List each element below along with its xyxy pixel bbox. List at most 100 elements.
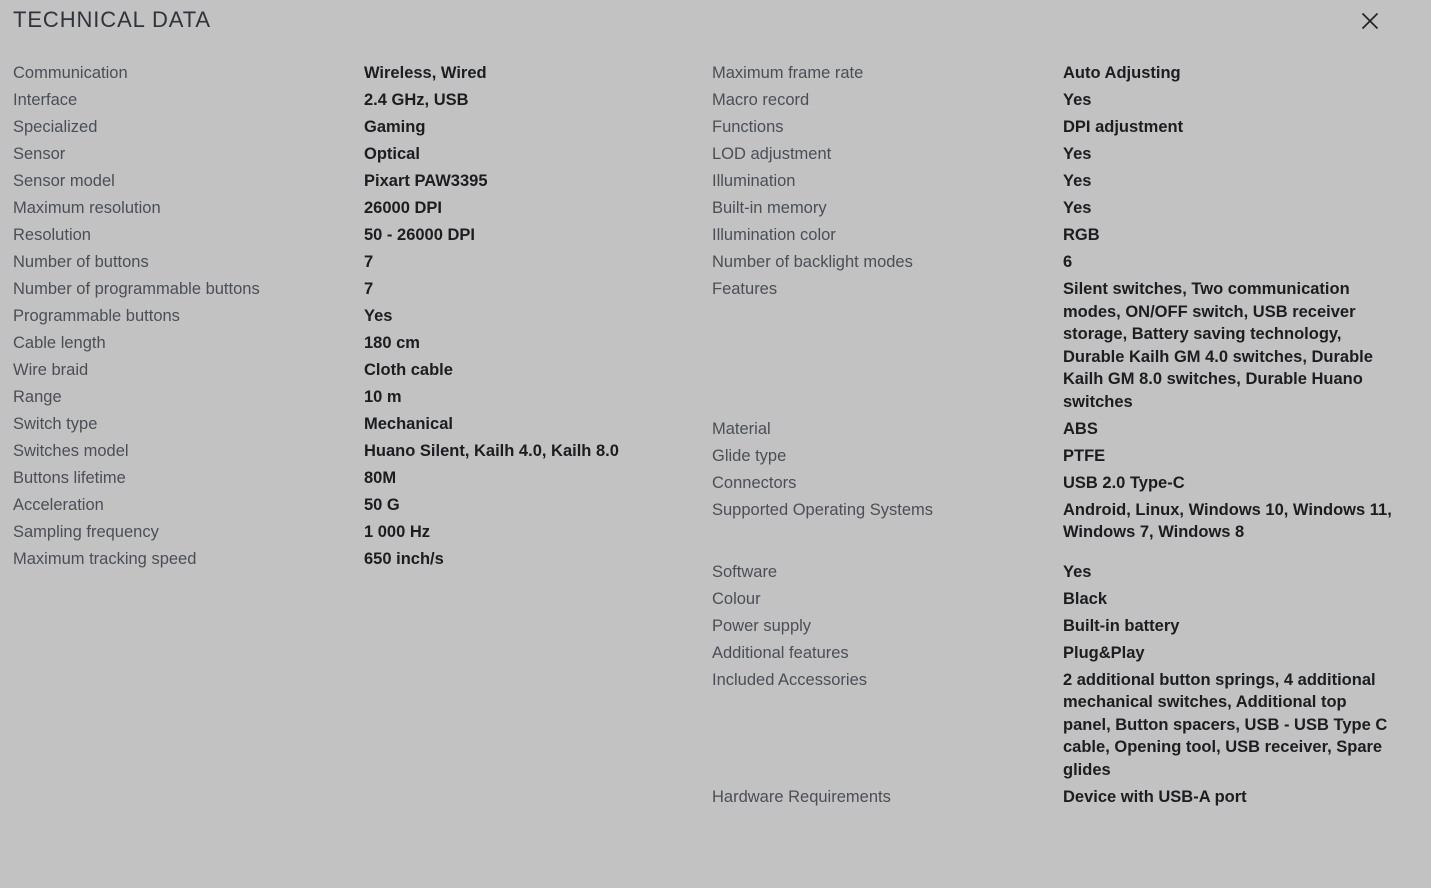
technical-data-panel: TECHNICAL DATA Communication Wireless, Wi… xyxy=(0,0,1431,888)
spec-value: 2.4 GHz, USB xyxy=(364,91,469,109)
spec-column-right: Maximum frame rate Auto Adjusting Macro re… xyxy=(712,62,1431,813)
spec-value: Cloth cable xyxy=(364,361,453,379)
spec-label: Additional features xyxy=(712,643,849,662)
spec-label: Cable length xyxy=(13,334,106,352)
spec-row: Hardware Requirements Device with USB-A p… xyxy=(712,786,1431,809)
spec-row: Features Silent switches, Two communicati… xyxy=(712,278,1431,413)
spec-row: Acceleration 50 G xyxy=(13,494,712,517)
spec-row: Sensor Optical xyxy=(13,143,712,166)
close-icon xyxy=(1361,12,1379,30)
spec-row: Functions DPI adjustment xyxy=(712,116,1431,139)
spec-label: Hardware Requirements xyxy=(712,787,891,806)
spec-row: Buttons lifetime 80M xyxy=(13,467,712,490)
spec-label: Maximum tracking speed xyxy=(13,550,197,568)
spec-row: Switches model Huano Silent, Kailh 4.0, K… xyxy=(13,440,712,463)
spec-label: Interface xyxy=(13,91,78,109)
spec-row: Wire braid Cloth cable xyxy=(13,359,712,382)
spec-row: Maximum resolution 26000 DPI xyxy=(13,197,712,220)
spec-label: Range xyxy=(13,388,62,406)
spec-row: Cable length 180 cm xyxy=(13,332,712,355)
spec-row: Number of backlight modes 6 xyxy=(712,251,1431,274)
spec-label: Features xyxy=(712,280,778,298)
spec-value: Gaming xyxy=(364,118,426,136)
spec-value: 2 additional button springs, 4 additiona… xyxy=(1063,670,1388,779)
spec-value: ABS xyxy=(1063,419,1098,438)
spec-label: Sensor model xyxy=(13,172,115,190)
spec-value: 7 xyxy=(364,280,374,298)
spec-label: Macro record xyxy=(712,91,810,109)
spec-row: Number of buttons 7 xyxy=(13,251,712,274)
spec-value: Plug&Play xyxy=(1063,643,1145,662)
spec-row: Programmable buttons Yes xyxy=(13,305,712,328)
spec-row: Macro record Yes xyxy=(712,89,1431,112)
spec-label: Resolution xyxy=(13,226,91,244)
spec-value: DPI adjustment xyxy=(1063,118,1184,136)
close-button[interactable] xyxy=(1357,8,1383,34)
spec-value: Yes xyxy=(1063,145,1092,163)
spec-label: Software xyxy=(712,562,778,581)
spec-value: Black xyxy=(1063,589,1108,608)
spec-label: Number of programmable buttons xyxy=(13,280,260,298)
spec-label: Functions xyxy=(712,118,784,136)
spec-value: Optical xyxy=(364,145,420,163)
spec-row: Supported Operating Systems Android, Linu… xyxy=(712,499,1431,544)
spec-value: 6 xyxy=(1063,253,1073,271)
spec-value: 80M xyxy=(364,469,397,487)
spec-row: Colour Black xyxy=(712,588,1431,611)
spec-row: LOD adjustment Yes xyxy=(712,143,1431,166)
spec-value: 7 xyxy=(364,253,374,271)
spec-label: Illumination xyxy=(712,172,796,190)
spec-label: Built-in memory xyxy=(712,199,827,217)
spec-row: Built-in memory Yes xyxy=(712,197,1431,220)
spec-row: Power supply Built-in battery xyxy=(712,615,1431,638)
spec-value: Yes xyxy=(364,307,393,325)
spec-row: Illumination color RGB xyxy=(712,224,1431,247)
spec-row: Glide type PTFE xyxy=(712,445,1431,468)
spec-label: Glide type xyxy=(712,446,787,465)
spec-label: Illumination color xyxy=(712,226,836,244)
spec-value: Wireless, Wired xyxy=(364,64,487,82)
spec-label: Specialized xyxy=(13,118,98,136)
spec-value: Mechanical xyxy=(364,415,453,433)
spec-value: 650 inch/s xyxy=(364,550,444,568)
spec-row: Additional features Plug&Play xyxy=(712,642,1431,665)
spec-row: Maximum tracking speed 650 inch/s xyxy=(13,548,712,571)
spec-label: Material xyxy=(712,419,771,438)
spec-label: Connectors xyxy=(712,473,797,492)
spec-value: 50 - 26000 DPI xyxy=(364,226,475,244)
spec-row: Sampling frequency 1 000 Hz xyxy=(13,521,712,544)
spec-value: 180 cm xyxy=(364,334,420,352)
spec-row: Included Accessories 2 additional button … xyxy=(712,669,1431,782)
page-title: TECHNICAL DATA xyxy=(13,7,211,32)
spec-columns: Communication Wireless, Wired Interface 2.4… xyxy=(0,62,1431,888)
spec-label: LOD adjustment xyxy=(712,145,832,163)
spec-label: Sensor xyxy=(13,145,66,163)
spec-value: Yes xyxy=(1063,91,1092,109)
spec-value: Silent switches, Two communication modes… xyxy=(1063,280,1373,411)
spec-label: Programmable buttons xyxy=(13,307,180,325)
spec-row: Range 10 m xyxy=(13,386,712,409)
spec-row: Number of programmable buttons 7 xyxy=(13,278,712,301)
spec-value: Pixart PAW3395 xyxy=(364,172,488,190)
spec-column-left: Communication Wireless, Wired Interface 2.4… xyxy=(0,62,712,575)
spec-row: Specialized Gaming xyxy=(13,116,712,139)
spec-value: Built-in battery xyxy=(1063,616,1180,635)
spec-value: 50 G xyxy=(364,496,400,514)
spec-value: RGB xyxy=(1063,226,1100,244)
spec-label: Acceleration xyxy=(13,496,104,514)
spec-row: Switch type Mechanical xyxy=(13,413,712,436)
spec-label: Switch type xyxy=(13,415,98,433)
spec-label: Colour xyxy=(712,589,761,608)
spec-row: Connectors USB 2.0 Type-C xyxy=(712,472,1431,495)
spec-label: Number of buttons xyxy=(13,253,149,271)
spec-label: Power supply xyxy=(712,616,812,635)
spec-value: Android, Linux, Windows 10, Windows 11, … xyxy=(1063,500,1392,542)
spec-label: Maximum frame rate xyxy=(712,64,864,82)
spec-row: Resolution 50 - 26000 DPI xyxy=(13,224,712,247)
spec-value: USB 2.0 Type-C xyxy=(1063,473,1185,492)
spec-value: Auto Adjusting xyxy=(1063,64,1181,82)
spec-label: Sampling frequency xyxy=(13,523,159,541)
spec-label: Maximum resolution xyxy=(13,199,161,217)
spec-value: PTFE xyxy=(1063,446,1106,465)
spec-label: Wire braid xyxy=(13,361,89,379)
